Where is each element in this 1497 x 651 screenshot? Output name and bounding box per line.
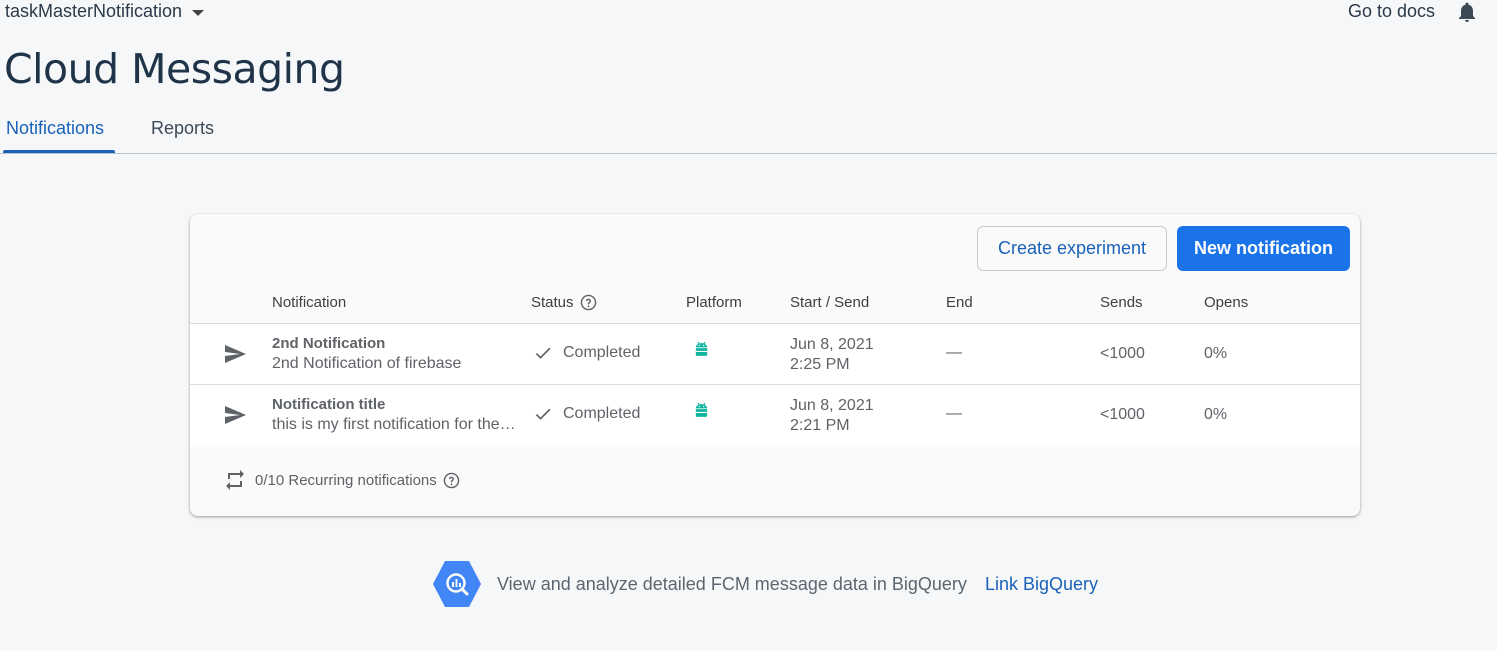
page-title: Cloud Messaging (4, 45, 345, 93)
android-icon (695, 402, 708, 417)
chevron-down-icon (192, 9, 205, 16)
column-header-start-send[interactable]: Start / Send (790, 294, 869, 311)
android-icon (695, 341, 708, 356)
start-time: 2:25 PM (790, 356, 850, 373)
check-icon (535, 408, 551, 420)
notification-subtitle: this is my first notification for the… (272, 416, 516, 433)
project-name: taskMasterNotification (5, 1, 183, 21)
column-header-notification[interactable]: Notification (272, 294, 346, 311)
repeat-icon (226, 470, 244, 490)
start-date: Jun 8, 2021 (790, 336, 874, 353)
active-tab-indicator (3, 150, 115, 153)
start-date: Jun 8, 2021 (790, 397, 874, 414)
table-row[interactable]: Notification title this is my first noti… (190, 385, 1360, 445)
opens-value: 0% (1204, 345, 1228, 362)
status-text: Completed (563, 344, 641, 361)
start-send-date: Jun 8, 2021 2:25 PM (790, 335, 874, 375)
new-notification-button[interactable]: New notification (1177, 226, 1350, 271)
table-row[interactable]: 2nd Notification 2nd Notification of fir… (190, 324, 1360, 384)
start-time: 2:21 PM (790, 417, 850, 434)
notification-subtitle: 2nd Notification of firebase (272, 355, 462, 372)
column-header-status[interactable]: Status (531, 294, 597, 311)
tab-reports[interactable]: Reports (151, 118, 214, 139)
opens-value: 0% (1204, 406, 1228, 423)
link-bigquery-link[interactable]: Link BigQuery (985, 574, 1098, 595)
column-header-opens[interactable]: Opens (1204, 294, 1248, 311)
help-icon[interactable] (580, 294, 597, 311)
bigquery-description: View and analyze detailed FCM message da… (497, 574, 967, 594)
tab-notifications[interactable]: Notifications (6, 118, 104, 139)
recurring-notifications: 0/10 Recurring notifications (223, 468, 460, 492)
project-selector[interactable]: taskMasterNotification (5, 1, 205, 22)
check-icon (535, 347, 551, 359)
column-header-sends[interactable]: Sends (1100, 294, 1143, 311)
status-text: Completed (563, 405, 641, 422)
start-send-date: Jun 8, 2021 2:21 PM (790, 396, 874, 436)
end-value: — (946, 344, 962, 361)
column-header-status-label: Status (531, 294, 574, 311)
sends-value: <1000 (1100, 406, 1145, 423)
sends-value: <1000 (1100, 345, 1145, 362)
column-header-end[interactable]: End (946, 294, 973, 311)
help-icon[interactable] (443, 472, 460, 489)
bigquery-icon (433, 561, 481, 607)
notification-title: 2nd Notification (272, 335, 386, 352)
notifications-bell-icon[interactable] (1455, 0, 1479, 25)
notification-title: Notification title (272, 396, 386, 413)
send-icon (225, 345, 246, 363)
create-experiment-button[interactable]: Create experiment (977, 226, 1167, 271)
send-icon (225, 406, 246, 424)
tab-bar: Notifications Reports (0, 110, 1497, 154)
column-header-platform[interactable]: Platform (686, 294, 742, 311)
go-to-docs-link[interactable]: Go to docs (1348, 1, 1435, 22)
recurring-count-text: 0/10 Recurring notifications (255, 471, 437, 489)
notifications-card: Create experiment New notification Notif… (190, 214, 1360, 516)
end-value: — (946, 405, 962, 422)
